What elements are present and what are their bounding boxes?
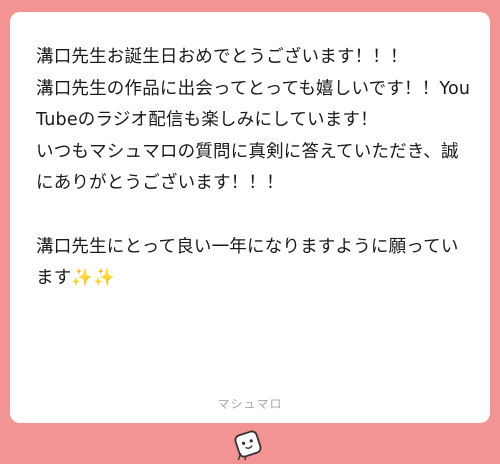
marshmallow-mascot-icon [230,428,266,462]
card-footer-brand: マシュマロ [217,397,283,411]
message-text: 溝口先生お誕生日おめでとうございます！！！ 溝口先生の作品に出会ってとっても嬉し… [36,47,471,289]
message-card: 溝口先生お誕生日おめでとうございます！！！ 溝口先生の作品に出会ってとっても嬉し… [10,12,490,423]
